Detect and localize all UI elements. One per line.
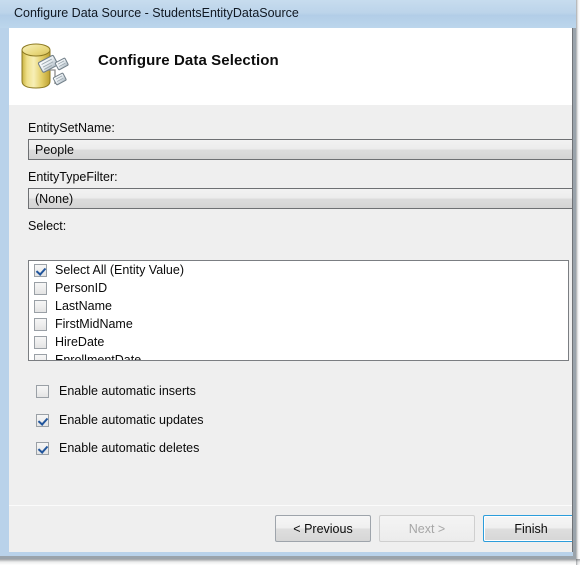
- option-row[interactable]: Enable automatic updates: [36, 413, 204, 427]
- option-row[interactable]: Enable automatic inserts: [36, 384, 196, 398]
- page-title: Configure Data Selection: [98, 52, 279, 69]
- list-item[interactable]: Select All (Entity Value): [29, 261, 568, 279]
- list-item-label: EnrollmentDate: [55, 353, 142, 361]
- wizard-header: Configure Data Selection: [9, 28, 572, 105]
- checkbox-icon[interactable]: [34, 299, 47, 313]
- database-entity-icon: [16, 37, 72, 95]
- window-title: Configure Data Source - StudentsEntityDa…: [14, 6, 299, 20]
- checkbox-icon[interactable]: [34, 317, 47, 331]
- next-button[interactable]: Next >: [379, 515, 475, 542]
- title-bar[interactable]: Configure Data Source - StudentsEntityDa…: [0, 0, 576, 28]
- entity-set-name-value: People: [35, 143, 74, 157]
- list-item[interactable]: LastName: [29, 297, 568, 315]
- dialog-client-area: Configure Data Selection EntitySetName: …: [9, 28, 573, 552]
- entity-type-filter-combobox[interactable]: (None): [28, 188, 572, 209]
- list-item-label: FirstMidName: [55, 317, 133, 331]
- select-fields-listbox[interactable]: Select All (Entity Value) PersonID LastNam…: [28, 260, 569, 361]
- checkbox-icon[interactable]: [36, 384, 49, 398]
- window-shadow-right: [576, 0, 580, 565]
- checkbox-icon[interactable]: [34, 281, 47, 295]
- checkbox-icon[interactable]: [34, 335, 47, 349]
- list-item-label: HireDate: [55, 335, 105, 349]
- select-label: Select:: [28, 219, 67, 233]
- list-item-label: LastName: [55, 299, 112, 313]
- entity-type-filter-value: (None): [35, 192, 74, 206]
- entity-set-name-combobox[interactable]: People: [28, 139, 572, 160]
- entity-set-name-label: EntitySetName:: [28, 121, 115, 135]
- list-item[interactable]: HireDate: [29, 333, 568, 351]
- option-label: Enable automatic updates: [59, 413, 204, 427]
- list-item[interactable]: PersonID: [29, 279, 568, 297]
- checkbox-icon[interactable]: [34, 263, 47, 277]
- window-shadow-bottom: [0, 559, 580, 565]
- checkbox-icon[interactable]: [36, 441, 49, 455]
- checkbox-icon[interactable]: [36, 413, 49, 427]
- list-item[interactable]: FirstMidName: [29, 315, 568, 333]
- dialog-body: EntitySetName: People EntityTypeFilter: …: [9, 105, 572, 505]
- entity-type-filter-label: EntityTypeFilter:: [28, 170, 118, 184]
- dialog-footer: < Previous Next > Finish: [9, 506, 572, 552]
- list-item[interactable]: EnrollmentDate: [29, 351, 568, 361]
- list-item-label: PersonID: [55, 281, 108, 295]
- option-label: Enable automatic inserts: [59, 384, 196, 398]
- option-row[interactable]: Enable automatic deletes: [36, 441, 199, 455]
- option-label: Enable automatic deletes: [59, 441, 200, 455]
- configure-data-source-dialog: Configure Data Source - StudentsEntityDa…: [0, 0, 576, 559]
- list-item-label: Select All (Entity Value): [55, 263, 184, 277]
- previous-button[interactable]: < Previous: [275, 515, 371, 542]
- checkbox-icon[interactable]: [34, 353, 47, 360]
- finish-button[interactable]: Finish: [483, 515, 572, 542]
